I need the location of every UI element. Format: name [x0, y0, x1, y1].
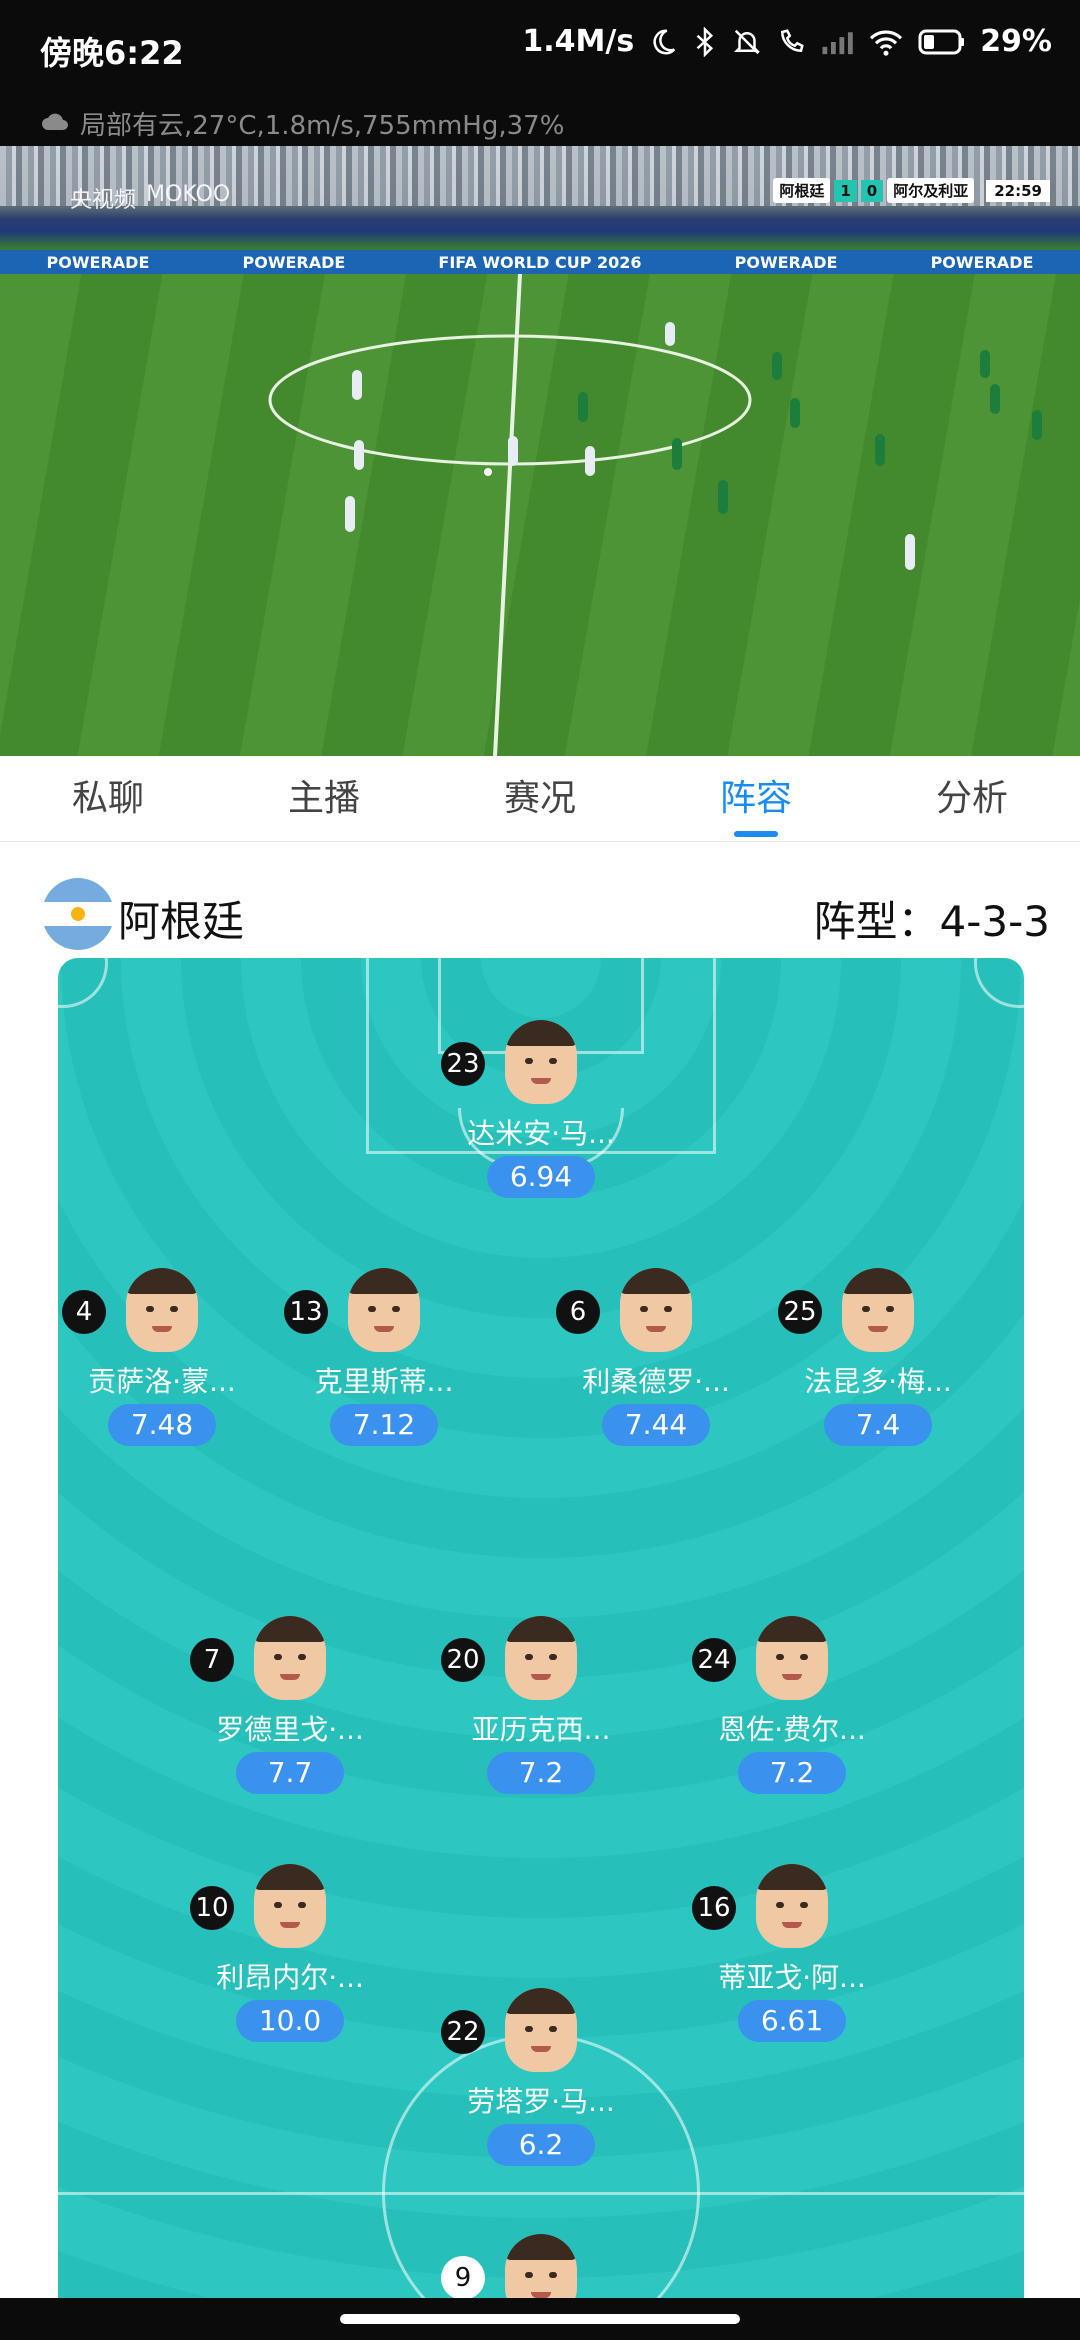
player-rating: 7.44	[602, 1404, 710, 1446]
player-avatar	[505, 1020, 577, 1104]
player-rating: 7.48	[108, 1404, 216, 1446]
status-bar: 傍晚6:22 1.4M/s 29%	[0, 0, 1080, 98]
team-header: 阿根廷 阵型：4-3-3	[0, 842, 1080, 958]
player-number: 22	[441, 2010, 485, 2054]
ad-board: POWERADE POWERADE FIFA WORLD CUP 2026 PO…	[0, 250, 1080, 274]
player-number: 16	[692, 1886, 736, 1930]
player-rating: 10.0	[236, 2000, 344, 2042]
battery-icon	[918, 28, 966, 56]
player-avatar	[505, 1616, 577, 1700]
player-avatar	[756, 1616, 828, 1700]
player-avatar	[620, 1268, 692, 1352]
lineup-field: 23 达米安·马... 6.94 4 贡萨洛·蒙... 7.48 13 克里斯蒂…	[58, 958, 1024, 2298]
weather-info: 局部有云,27°C,1.8m/s,755mmHg,37%	[40, 105, 564, 142]
player-number: 4	[62, 1290, 106, 1334]
away-team: 阿尔及利亚	[887, 178, 975, 203]
pitch-lines	[268, 273, 1042, 756]
player-number: 7	[190, 1638, 234, 1682]
ad-text-1: POWERADE	[46, 252, 150, 272]
broadcaster-logo: 央视频 MOKOO	[70, 182, 230, 214]
match-clock: 22:59	[986, 179, 1050, 202]
signal-icon	[820, 27, 854, 57]
tab-analysis[interactable]: 分析	[864, 756, 1080, 841]
net-speed: 1.4M/s	[522, 24, 635, 59]
player-rating: 7.2	[487, 1752, 595, 1794]
banner-text: FIFA WORLD CUP 2026	[438, 252, 642, 272]
player-number: 24	[692, 1638, 736, 1682]
argentina-flag-icon	[42, 878, 114, 950]
player-avatar	[254, 1616, 326, 1700]
brand-name: MOKOO	[146, 182, 231, 207]
player-name: 达米安·马...	[467, 1117, 615, 1150]
live-video[interactable]: 央视频 MOKOO 阿根廷 1 0 阿尔及利亚 22:59 POWERADE P…	[0, 146, 1080, 756]
moon-icon	[648, 27, 678, 57]
player-rating: 6.61	[738, 2000, 846, 2042]
player-name: 贡萨洛·蒙...	[88, 1365, 236, 1398]
player-number: 9	[441, 2256, 485, 2298]
tab-lineup-label: 阵容	[719, 778, 792, 819]
player-name: 蒂亚戈·阿...	[718, 1961, 866, 1994]
tab-match-status[interactable]: 赛况	[432, 756, 648, 841]
player-name: 恩佐·费尔...	[718, 1713, 866, 1746]
player-number: 6	[556, 1290, 600, 1334]
player-name: 法昆多·梅...	[804, 1365, 952, 1398]
home-team: 阿根廷	[773, 178, 831, 203]
tab-private-chat[interactable]: 私聊	[0, 756, 216, 841]
player-number: 20	[441, 1638, 485, 1682]
player-rating: 6.94	[487, 1156, 595, 1198]
home-score: 1	[834, 179, 857, 202]
player-number: 25	[778, 1290, 822, 1334]
scoreboard: 阿根廷 1 0 阿尔及利亚 22:59	[773, 178, 1050, 203]
tab-bar: 私聊 主播 赛况 阵容 分析	[0, 756, 1080, 842]
player-number: 10	[190, 1886, 234, 1930]
player-number: 23	[441, 1042, 485, 1086]
tab-host[interactable]: 主播	[216, 756, 432, 841]
player-name: 罗德里戈·...	[216, 1713, 364, 1746]
team-name: 阿根廷	[118, 897, 245, 946]
home-indicator[interactable]	[340, 2314, 740, 2324]
tab-lineup[interactable]: 阵容	[648, 756, 864, 841]
weather-text: 局部有云,27°C,1.8m/s,755mmHg,37%	[80, 111, 565, 141]
player-rating: 7.12	[330, 1404, 438, 1446]
player-avatar	[254, 1864, 326, 1948]
player-name: 克里斯蒂...	[314, 1365, 454, 1398]
player-avatar	[348, 1268, 420, 1352]
player-number: 13	[284, 1290, 328, 1334]
broadcaster-name: 央视频	[70, 188, 137, 213]
status-icons: 1.4M/s 29%	[522, 24, 1052, 59]
pitch	[0, 273, 1080, 756]
call-icon	[776, 27, 806, 57]
bluetooth-icon	[692, 26, 718, 57]
mute-bell-icon	[732, 27, 762, 57]
ad-text-3: POWERADE	[734, 252, 838, 272]
away-score: 0	[860, 179, 884, 202]
player-name: 劳塔罗·马...	[467, 2085, 615, 2118]
cloud-icon	[40, 109, 70, 139]
player-name: 利桑德罗·...	[582, 1365, 730, 1398]
player-avatar	[505, 2234, 577, 2298]
wifi-icon	[868, 27, 904, 57]
corner-arc-right	[974, 958, 1024, 1008]
player-avatar	[505, 1988, 577, 2072]
player-rating: 6.2	[487, 2124, 595, 2166]
ad-text-4: POWERADE	[930, 252, 1034, 272]
player-rating: 7.4	[824, 1404, 932, 1446]
player-avatar	[126, 1268, 198, 1352]
player-rating: 7.7	[236, 1752, 344, 1794]
ad-text-2: POWERADE	[242, 252, 346, 272]
status-time: 傍晚6:22	[40, 34, 184, 72]
active-tab-indicator	[734, 831, 778, 837]
formation-label: 阵型：4-3-3	[813, 897, 1050, 946]
player-avatar	[756, 1864, 828, 1948]
battery-percent: 29%	[980, 24, 1052, 59]
player-rating: 7.2	[738, 1752, 846, 1794]
player-avatar	[842, 1268, 914, 1352]
corner-arc-left	[58, 958, 108, 1008]
player-name: 亚历克西...	[471, 1713, 611, 1746]
player-name: 利昂内尔·...	[216, 1961, 364, 1994]
